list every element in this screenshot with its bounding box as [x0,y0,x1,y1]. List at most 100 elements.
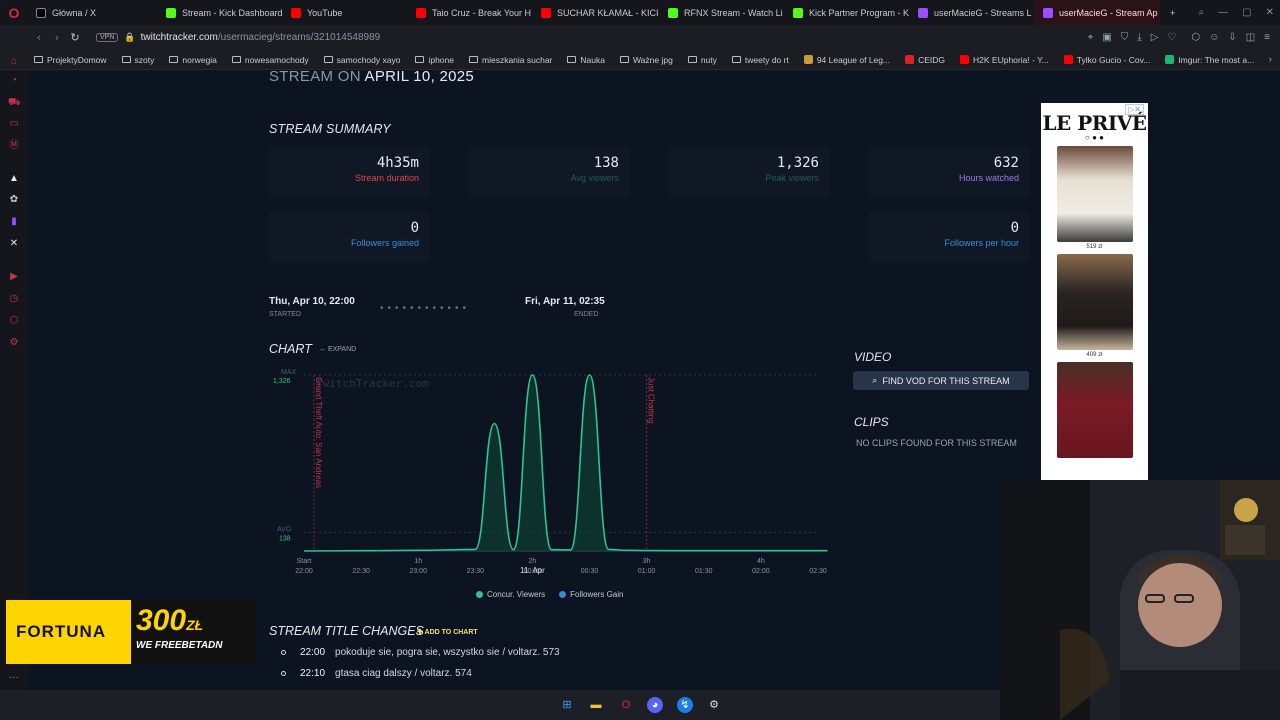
bookmark-7[interactable]: Nauka [567,55,605,65]
settings-icon[interactable]: ⚙ [8,337,20,349]
le-prive-ad[interactable]: ▷✕ LE PRIVÉ ○ ● ● 519 zł 409 zł [1041,103,1148,483]
home-icon[interactable]: ⌂ [8,56,20,68]
chatgpt-icon[interactable]: ✿ [8,194,20,206]
add-to-chart-button[interactable]: ✚ ADD TO CHART [417,628,478,636]
bookmark-10[interactable]: tweety do rt [731,55,789,65]
folder-icon [731,56,741,63]
bookmark-1[interactable]: szoty [121,55,154,65]
menu-icon[interactable]: ≡ [1264,32,1270,43]
more-icon[interactable]: … [8,670,20,682]
folder-icon [469,56,478,63]
bookmark-4[interactable]: samochody xayo [323,55,400,65]
snapshot-icon[interactable]: ◫ [1246,32,1255,43]
folder-icon [34,56,43,63]
downloads-icon[interactable]: ⇩ [1228,32,1236,43]
extensions-icon[interactable]: ⬡ [1191,32,1200,43]
folder-icon [231,56,241,63]
x-icon [36,7,46,18]
steam-icon[interactable]: ⚙ [706,697,722,713]
legend-followers-gain[interactable]: Followers Gain [559,590,623,599]
tab-3[interactable]: Taio Cruz - Break Your H [408,0,533,25]
messenger-icon[interactable]: Ⓜ [8,140,20,152]
forward-icon[interactable]: › [48,32,66,44]
tab-2[interactable]: YouTube [283,0,408,25]
bookmark-2[interactable]: norwegia [169,55,217,65]
bookmark-11[interactable]: 94 League of Leg... [803,55,890,65]
shopping-icon[interactable]: ⛟ [8,97,21,109]
close-icon[interactable]: ✕ [1266,7,1274,18]
bookmark-6[interactable]: mieszkania suchar [469,55,552,65]
fortuna-banner: FORTUNA 300ZŁ WE FREEBETADN [6,600,256,664]
ad-product-image[interactable] [1056,254,1133,350]
profile-icon[interactable]: ☺ [1209,32,1219,43]
game-marker-label: Just Chatting [647,377,656,424]
windows-start-icon[interactable]: ⊞ [559,697,575,713]
x-icon[interactable]: ✕ [8,238,20,250]
tab-1[interactable]: Stream - Kick Dashboard [158,0,283,25]
bullet-icon [281,650,286,655]
screenshot-icon[interactable]: ▣ [1102,32,1111,43]
ad-price: 409 zł [1086,352,1103,358]
lock-icon[interactable]: 🔒 [124,32,135,43]
url-field[interactable]: twitchtracker.com/usermacieg/streams/321… [141,32,381,43]
opera-logo-icon[interactable]: O [0,0,28,25]
extensions-icon[interactable]: ⬡ [8,315,20,327]
bookmark-3[interactable]: nowesamochody [231,55,309,65]
reload-icon[interactable]: ↻ [66,31,84,44]
heart-icon[interactable]: ♡ [1167,32,1176,43]
bookmark-15[interactable]: Imgur: The most a... [1165,55,1254,65]
tab-4[interactable]: SUCHAR KŁAMAŁ - KICI [533,0,658,25]
bookmarks-more-icon[interactable]: › [1269,54,1272,65]
folder-icon [121,56,131,63]
twitch-icon[interactable]: ▮ [8,216,20,228]
bookmark-5[interactable]: iphone [415,55,454,65]
address-bar: ‹ › ↻ VPN 🔒 twitchtracker.com/usermacieg… [0,25,1280,50]
legend-swatch [476,591,483,598]
bookmark-8[interactable]: Ważne jpg [619,55,673,65]
play-icon[interactable]: ▷ [1151,32,1159,43]
new-tab-button[interactable]: + [1162,0,1182,25]
tab-5[interactable]: RFNX Stream - Watch Li [660,0,785,25]
back-icon[interactable]: ‹ [30,32,48,44]
expand-chart-button[interactable]: ↔ EXPAND [319,346,356,353]
ad-product-image[interactable] [1056,362,1133,458]
search-tabs-icon[interactable]: ⌕ [1199,7,1205,18]
tab-8-active[interactable]: userMacieG - Stream Ap [1035,0,1160,25]
bullet-icon [281,671,286,676]
pin-icon[interactable]: ⌖ [1088,32,1094,43]
bookmark-14[interactable]: Tylko Gucio - Cov... [1063,55,1150,65]
ad-close-button[interactable]: ▷✕ [1125,104,1144,115]
game-marker-label: Grand Theft Auto: San Andreas [314,377,323,488]
messenger-icon[interactable]: ↯ [677,697,693,713]
tab-6[interactable]: Kick Partner Program - K [785,0,910,25]
start-label: STARTED [269,311,302,318]
tab-7[interactable]: userMacieG - Streams L [910,0,1035,25]
speed-dial-icon[interactable]: ◔ [8,75,20,87]
player-icon[interactable]: ▶ [8,271,20,283]
stream-summary-title: STREAM SUMMARY [269,122,391,136]
legend-concur-viewers[interactable]: Concur. Viewers [476,590,545,599]
video-section-title: VIDEO [854,350,892,364]
bookmark-9[interactable]: nuty [687,55,717,65]
stat-peak-viewers: 1,326 Peak viewers [669,147,829,197]
title-change-row: 22:00 pokoduje sie, pogra sie, wszystko … [281,647,560,658]
bookmark-12[interactable]: CEIDG [905,55,945,65]
folder-icon [415,56,425,63]
download-page-icon[interactable]: ⤓ [1137,32,1141,43]
wallet-icon[interactable]: ▭ [8,118,20,130]
vpn-badge[interactable]: VPN [96,33,119,42]
shield-icon[interactable]: ⛉ [1121,32,1129,43]
bookmark-0[interactable]: ProjektyDomow [34,55,107,65]
find-vod-button[interactable]: ⌕ FIND VOD FOR THIS STREAM [853,371,1029,390]
aria-icon[interactable]: ▲ [8,173,20,185]
minimize-icon[interactable]: — [1218,7,1228,18]
history-icon[interactable]: ◷ [8,293,20,305]
ad-product-image[interactable] [1056,146,1133,242]
discord-icon[interactable]: ◕ [647,697,663,713]
ceidg-icon [905,55,915,64]
tab-0[interactable]: Główna / X [28,0,153,25]
opera-icon[interactable]: O [618,697,634,713]
maximize-icon[interactable]: ▢ [1242,7,1251,18]
file-explorer-icon[interactable]: ▬ [588,697,604,713]
bookmark-13[interactable]: H2K EUphoria! - Y... [960,55,1049,65]
